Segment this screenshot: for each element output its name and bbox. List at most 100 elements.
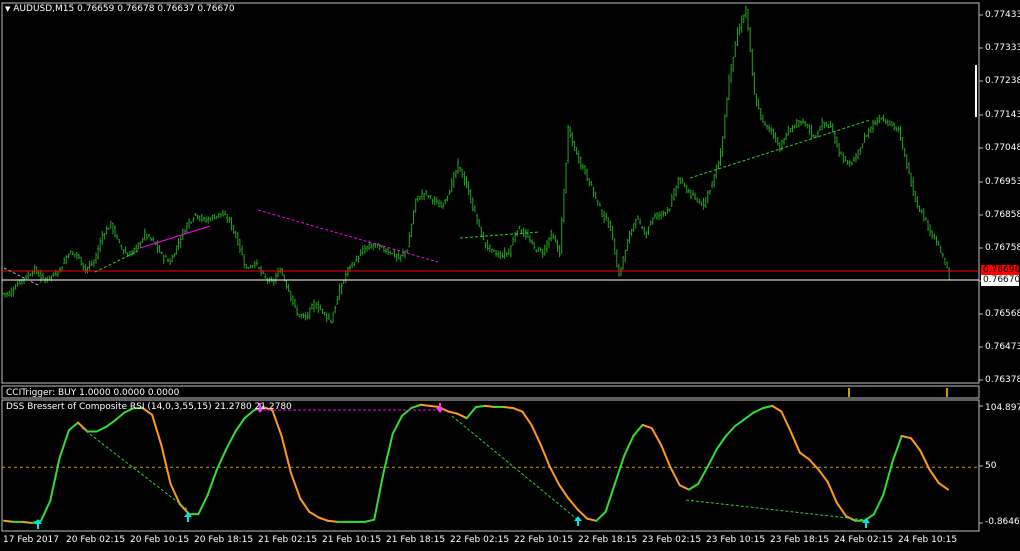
- dss-segment: [678, 484, 690, 491]
- cci-buy-marker: [848, 388, 850, 397]
- dss-segment: [326, 519, 339, 523]
- price-tick: 0.76568: [985, 309, 1020, 319]
- dss-segment: [835, 502, 848, 518]
- dss-segment: [169, 483, 181, 506]
- dss-segment: [660, 443, 672, 469]
- time-label: 20 Feb 18:15: [194, 535, 254, 545]
- dss-segment: [49, 457, 61, 502]
- time-label: 17 Feb 2017: [3, 535, 60, 545]
- dss-segment: [919, 449, 931, 471]
- dss-segment: [456, 412, 468, 420]
- time-label: 22 Feb 10:15: [514, 535, 574, 545]
- time-label: 22 Feb 18:15: [578, 535, 638, 545]
- dss-segment: [317, 516, 329, 522]
- dss-segment: [900, 435, 912, 440]
- dss-segment: [530, 423, 542, 446]
- dss-segment: [669, 466, 681, 487]
- signal-down-arrow-icon: [436, 403, 444, 413]
- cci-pane-label: CCITrigger: BUY 1.0000 0.0000 0.0000: [6, 388, 180, 398]
- dss-segment: [484, 404, 496, 408]
- dss-segment: [225, 430, 237, 451]
- dss-segment: [623, 435, 635, 458]
- dss-segment: [910, 437, 922, 452]
- dss-segment: [798, 451, 811, 461]
- dss-segment: [706, 448, 718, 469]
- dss-segment: [826, 480, 838, 504]
- dss-segment: [771, 404, 783, 413]
- dss-segment: [512, 407, 524, 413]
- low-price: 0.76637: [157, 4, 195, 14]
- dss-segment: [271, 409, 283, 437]
- time-label: 20 Feb 02:15: [66, 535, 126, 545]
- time-label: 24 Feb 10:15: [898, 535, 958, 545]
- dss-segment: [780, 410, 792, 433]
- dss-segment: [808, 458, 820, 471]
- dss-segment: [761, 404, 774, 410]
- dss-segment: [724, 425, 737, 437]
- dss-segment: [3, 519, 15, 523]
- dss-segment: [567, 497, 579, 511]
- dss-segment: [373, 471, 385, 521]
- dss-segment: [151, 413, 163, 446]
- dss-segment: [234, 417, 246, 433]
- dss-segment: [465, 406, 477, 420]
- dss-pane-border: [1, 399, 980, 532]
- chart-canvas[interactable]: [0, 0, 1020, 551]
- dss-tick: -0.8646: [985, 517, 1020, 527]
- dss-segment: [632, 423, 644, 437]
- dss-segment: [928, 468, 940, 484]
- dss-segment: [21, 520, 33, 524]
- dss-segment: [595, 510, 607, 522]
- dss-tick: 104.8974: [985, 403, 1020, 413]
- dss-segment: [502, 406, 514, 410]
- dss-segment: [715, 435, 727, 451]
- dss-segment: [752, 407, 764, 414]
- dss-segment: [215, 448, 228, 471]
- triangle-down-icon[interactable]: ▼: [5, 5, 10, 13]
- dss-segment: [521, 410, 533, 426]
- main-pane-border: [1, 2, 980, 384]
- dss-segment: [891, 435, 903, 463]
- open-price: 0.76659: [77, 4, 115, 14]
- dss-segment: [77, 421, 89, 433]
- cci-buy-marker: [946, 388, 948, 397]
- dss-segment: [363, 518, 376, 523]
- dss-segment: [428, 404, 440, 408]
- dss-segment: [67, 421, 79, 432]
- dss-segment: [419, 403, 431, 407]
- dss-segment: [873, 494, 885, 516]
- time-label: 21 Feb 02:15: [258, 535, 318, 545]
- price-tick: 0.76473: [985, 342, 1020, 352]
- dss-segment: [447, 410, 459, 415]
- dss-segment: [95, 426, 107, 433]
- dss-segment: [743, 411, 755, 421]
- symbol-header: ▼ AUDUSD,M15 0.76659 0.76678 0.76637 0.7…: [5, 4, 235, 15]
- dss-segment: [104, 419, 117, 429]
- dss-divergence-line: [81, 427, 189, 511]
- dss-segment: [734, 418, 746, 427]
- high-price: 0.76678: [117, 4, 155, 14]
- dss-segment: [687, 483, 700, 491]
- time-label: 23 Feb 02:15: [642, 535, 702, 545]
- signal-up-arrow-icon: [574, 516, 582, 526]
- price-tick: 0.76378: [985, 375, 1020, 385]
- price-tick: 0.77238: [985, 76, 1020, 86]
- dss-segment: [160, 443, 172, 485]
- dss-segment: [558, 484, 570, 500]
- signal-up-arrow-icon: [862, 518, 870, 528]
- dss-segment: [576, 508, 589, 520]
- dss-segment: [58, 429, 70, 460]
- cci-markers: [848, 388, 948, 397]
- price-tick: 0.76758: [985, 243, 1020, 253]
- time-label: 23 Feb 18:15: [770, 535, 830, 545]
- dss-segment: [641, 423, 653, 430]
- dss-segment: [114, 411, 126, 422]
- dss-segment: [40, 499, 52, 522]
- dss-segment: [697, 466, 709, 485]
- dss-segment: [475, 404, 487, 408]
- dss-segment: [613, 455, 626, 485]
- dss-segment: [549, 466, 561, 487]
- dss-segment: [650, 427, 663, 446]
- dss-segment: [586, 517, 598, 522]
- price-tick: 0.77048: [985, 143, 1020, 153]
